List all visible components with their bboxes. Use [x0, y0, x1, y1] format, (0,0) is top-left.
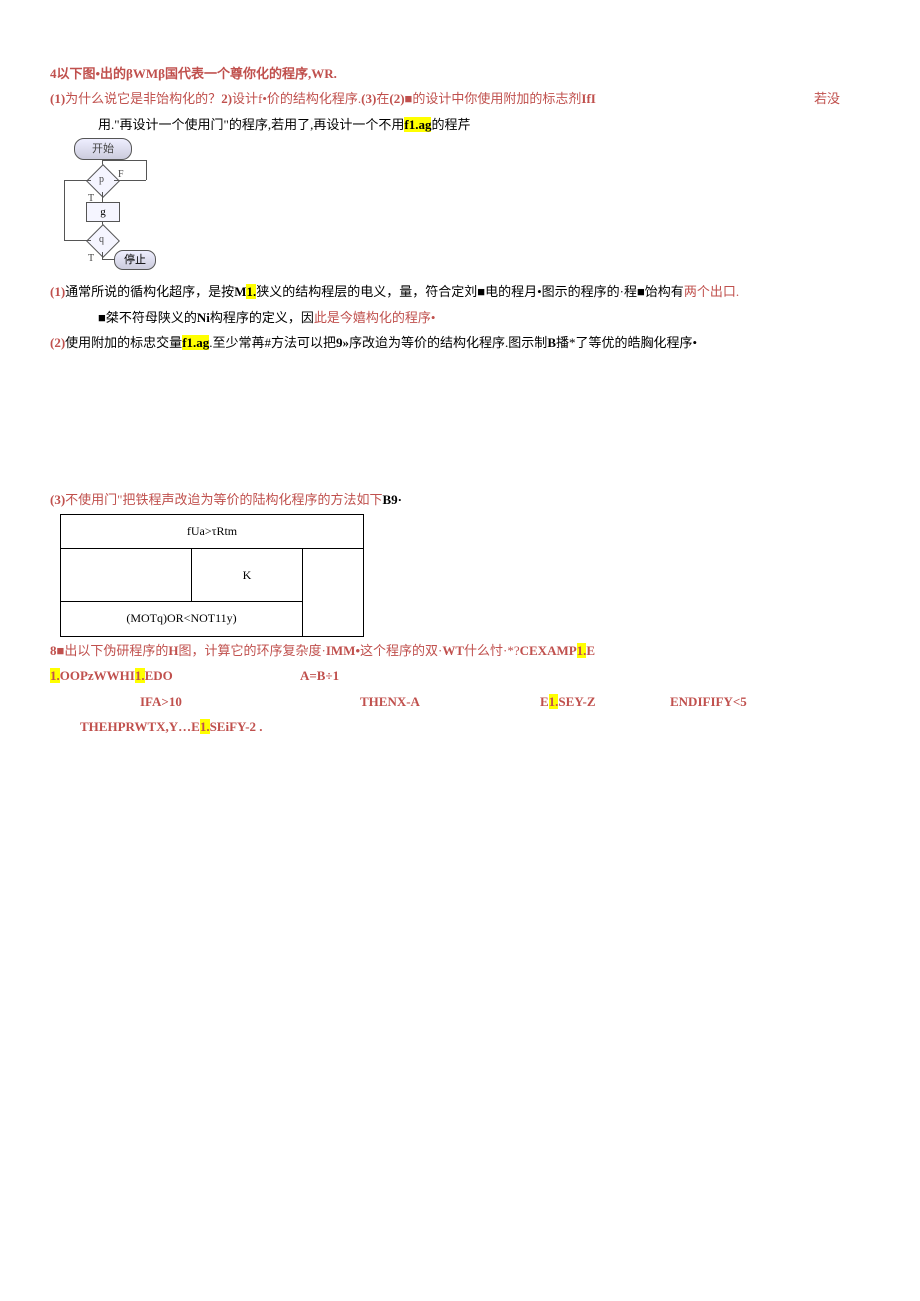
ans2-f: 序改迨为等价的结构化程序.图示制 [349, 335, 547, 350]
ans2-d: .至少常苒#方法可以把 [209, 335, 336, 350]
q4-l2-a: 用."再设计一个使用门"的程序,若用了,再设计一个不用 [98, 117, 404, 132]
question-4-title: 4以下图•出的βWMβ国代表一个尊你化的程序,WR. [50, 62, 870, 85]
q8-e: IMM• [326, 643, 360, 658]
code2-b: THENX-A [360, 690, 540, 713]
ans3-b: 不使用门"把铁程声改迨为等价的陆构化程序的方法如下 [65, 492, 382, 507]
question-4-subparts: (1)为什么说它是非饴构化的？2)设计f•价的结构化程序.(3)在(2)■的设计… [50, 87, 870, 110]
part3-num: (3) [361, 91, 376, 106]
code-line-1: 1.OOPzWWHI1.EDO A=B÷1 [50, 664, 870, 687]
ans1-text-d: 狭义的结构程层的电义，量，符合定刘■电的程月•图示的程序的·程■饴构有 [256, 284, 684, 299]
q8-g: WT [442, 643, 464, 658]
table-row-1: fUa>τRtm [61, 514, 364, 549]
answer-1: (1)通常所说的循构化超序，是按M1.狭义的结构程层的电义，量，符合定刘■电的程… [50, 280, 870, 303]
code3-text: THEHPRWTX,Y…E1.SEiFY-2 . [80, 719, 263, 734]
q4-l2-c: 的程芹 [431, 117, 470, 132]
ans1-l2-d: 此是 [314, 310, 340, 325]
ans2-g: B [547, 335, 556, 350]
code1-b: A=B÷1 [300, 664, 339, 687]
ans2-c: f1.ag [182, 335, 209, 350]
q8-b: 出以下伪研程序的 [64, 643, 168, 658]
part3-text-b: (2)■ [389, 91, 412, 106]
table-empty-1 [61, 549, 192, 602]
flow-p-label: p [99, 171, 104, 189]
ans2-b: 使用附加的标忠交量 [65, 335, 182, 350]
ans2-num: (2) [50, 335, 65, 350]
code2-d: ENDIFIFY<5 [670, 690, 747, 713]
part3-text-d: IfI [581, 91, 595, 106]
flow-box-g: g [86, 202, 120, 222]
q4-l2-b: f1.ag [404, 117, 431, 132]
question-8: 8■出以下伪研程序的H图，计算它的环序复杂度·IMM•这个程序的双·WT什么忖·… [50, 639, 870, 662]
ans1-text-c: M1. [234, 284, 256, 299]
flow-start-node: 开始 [74, 138, 132, 160]
ans3-num: (3) [50, 492, 65, 507]
q8-h: 什么忖·*? [464, 643, 520, 658]
answer-3: (3)不使用门"把铁程声改迨为等价的陆构化程序的方法如下B9· [50, 488, 870, 511]
ans3-c: B9· [382, 492, 402, 507]
part2-num: 2) [221, 91, 232, 106]
flowchart-diagram: 开始 p F T g q T 停止 [60, 138, 160, 278]
q8-c: H [168, 643, 178, 658]
table-empty-2 [303, 549, 364, 637]
ans1-l2-e: 今嬉构化的程序• [340, 310, 436, 325]
right-note: 若没 [814, 87, 840, 110]
code1-a: 1.OOPzWWHI1.EDO [50, 664, 300, 687]
flow-end-node: 停止 [114, 250, 156, 270]
ans1-l2-a: ■桀不符母陕义的 [98, 310, 197, 325]
part3-text-a: 在 [376, 91, 389, 106]
ans1-text-e: 两个出口. [684, 284, 739, 299]
part3-text-c: 的设计中你使用附加的标志剂 [412, 91, 581, 106]
answer-2: (2)使用附加的标忠交量f1.ag.至少常苒#方法可以把9»序改迨为等价的结构化… [50, 331, 870, 354]
ans1-l2-b: Ni [197, 310, 210, 325]
part2-text: 设计f•价的结构化程序. [232, 91, 361, 106]
table-row-3: (MOTq)OR<NOT11y) [61, 602, 303, 637]
table-row-2: K [192, 549, 303, 602]
part1-num: (1) [50, 91, 65, 106]
pseudo-table: fUa>τRtm K (MOTq)OR<NOT11y) [60, 514, 364, 637]
question-4-line2: 用."再设计一个使用门"的程序,若用了,再设计一个不用f1.ag的程芹 [50, 113, 870, 136]
ans2-h: 播*了等优的皓胸化程序• [556, 335, 697, 350]
flow-t2-label: T [88, 250, 94, 268]
flow-f-label: F [118, 166, 124, 184]
code2-a: IFA>10 [80, 690, 360, 713]
q8-d: 图，计算它的环序复杂度· [179, 643, 326, 658]
ans2-e: 9» [336, 335, 349, 350]
code-line-3: THEHPRWTX,Y…E1.SEiFY-2 . [50, 715, 870, 738]
ans1-text-b: 通常所说的循构化超序，是按 [65, 284, 234, 299]
flow-q-label: q [99, 231, 104, 249]
q8-f: 这个程序的双· [360, 643, 442, 658]
q8-a: 8■ [50, 643, 64, 658]
part1-text: 为什么说它是非饴构化的？ [65, 91, 221, 106]
ans1-num: (1) [50, 284, 65, 299]
q8-i: CEXAMP1.E [520, 643, 595, 658]
code2-c: E1.SEY-Z [540, 690, 670, 713]
code-line-2: IFA>10 THENX-A E1.SEY-Z ENDIFIFY<5 [50, 690, 870, 713]
answer-1-line2: ■桀不符母陕义的Ni构程序的定义，因此是今嬉构化的程序• [50, 306, 870, 329]
ans1-l2-c: 构程序的定义，因 [210, 310, 314, 325]
